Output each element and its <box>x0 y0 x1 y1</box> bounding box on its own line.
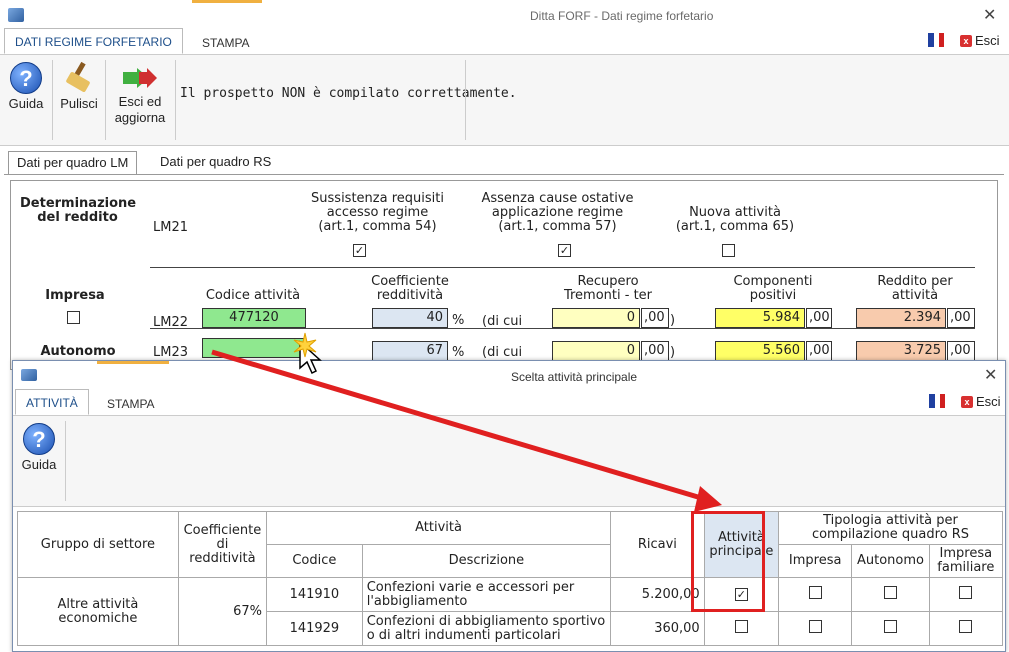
click-burst-icon <box>293 332 317 358</box>
annotation-arrow <box>211 349 722 512</box>
